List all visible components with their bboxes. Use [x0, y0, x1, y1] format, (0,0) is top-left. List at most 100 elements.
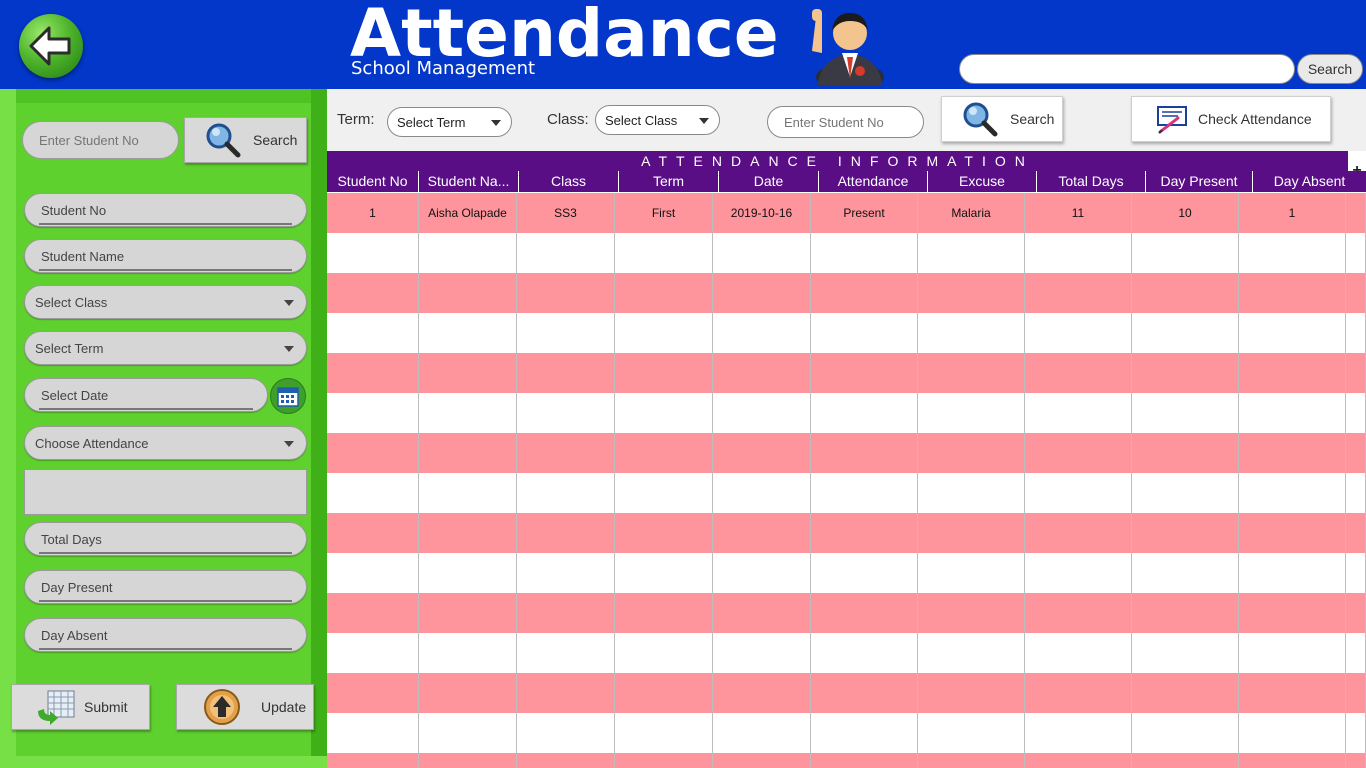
table-cell[interactable]: [811, 473, 918, 513]
header-search-input[interactable]: [959, 54, 1295, 84]
table-cell[interactable]: [419, 673, 517, 713]
table-cell[interactable]: [1239, 553, 1346, 593]
table-cell[interactable]: [1025, 313, 1132, 353]
table-cell[interactable]: [918, 673, 1025, 713]
table-cell[interactable]: [1346, 393, 1366, 433]
table-cell[interactable]: [811, 233, 918, 273]
table-cell[interactable]: [1025, 433, 1132, 473]
table-cell[interactable]: [1239, 393, 1346, 433]
table-cell[interactable]: SS3: [517, 193, 615, 233]
table-cell[interactable]: [615, 393, 713, 433]
table-cell[interactable]: [1239, 353, 1346, 393]
table-cell[interactable]: [1025, 393, 1132, 433]
table-cell[interactable]: [713, 593, 811, 633]
table-cell[interactable]: [1025, 553, 1132, 593]
table-cell[interactable]: 1: [1239, 193, 1346, 233]
table-cell[interactable]: [419, 273, 517, 313]
table-cell[interactable]: [1346, 713, 1366, 753]
table-cell[interactable]: [517, 553, 615, 593]
class-select[interactable]: Select Class: [24, 285, 307, 319]
table-cell[interactable]: [1239, 753, 1346, 768]
table-cell[interactable]: Present: [811, 193, 918, 233]
table-cell[interactable]: First: [615, 193, 713, 233]
table-cell[interactable]: [918, 513, 1025, 553]
table-cell[interactable]: [1239, 593, 1346, 633]
table-cell[interactable]: [1025, 513, 1132, 553]
table-cell[interactable]: [615, 313, 713, 353]
date-field[interactable]: Select Date: [24, 378, 268, 412]
table-cell[interactable]: [1346, 313, 1366, 353]
table-cell[interactable]: [1132, 513, 1239, 553]
table-row[interactable]: [327, 393, 1366, 433]
table-cell[interactable]: [1239, 513, 1346, 553]
table-cell[interactable]: [327, 233, 419, 273]
table-cell[interactable]: [1132, 673, 1239, 713]
table-cell[interactable]: [1132, 633, 1239, 673]
table-cell[interactable]: [811, 313, 918, 353]
toolbar-class-select[interactable]: Select Class: [595, 105, 720, 135]
table-cell[interactable]: [918, 593, 1025, 633]
table-cell[interactable]: [517, 513, 615, 553]
table-cell[interactable]: [713, 433, 811, 473]
header-search-button[interactable]: Search: [1297, 54, 1363, 84]
table-cell[interactable]: [1025, 633, 1132, 673]
table-cell[interactable]: [419, 353, 517, 393]
table-cell[interactable]: [517, 753, 615, 768]
table-cell[interactable]: [918, 313, 1025, 353]
table-cell[interactable]: [918, 233, 1025, 273]
left-search-button[interactable]: Search: [184, 117, 307, 163]
term-select[interactable]: Select Term: [24, 331, 307, 365]
table-cell[interactable]: [327, 713, 419, 753]
table-cell[interactable]: [811, 433, 918, 473]
table-cell[interactable]: [713, 273, 811, 313]
table-row[interactable]: [327, 233, 1366, 273]
table-cell[interactable]: [615, 433, 713, 473]
table-cell[interactable]: [615, 633, 713, 673]
table-cell[interactable]: [1132, 713, 1239, 753]
table-cell[interactable]: [1239, 473, 1346, 513]
table-cell[interactable]: [327, 273, 419, 313]
table-cell[interactable]: [1025, 473, 1132, 513]
attendance-select[interactable]: Choose Attendance: [24, 426, 307, 460]
table-cell[interactable]: [1132, 353, 1239, 393]
table-cell[interactable]: [419, 233, 517, 273]
table-cell[interactable]: [419, 313, 517, 353]
table-cell[interactable]: [1346, 753, 1366, 768]
table-cell[interactable]: [1132, 473, 1239, 513]
table-cell[interactable]: [811, 273, 918, 313]
table-cell[interactable]: [811, 753, 918, 768]
table-cell[interactable]: [517, 313, 615, 353]
table-cell[interactable]: [327, 673, 419, 713]
table-cell[interactable]: [918, 753, 1025, 768]
table-cell[interactable]: [1346, 513, 1366, 553]
table-cell[interactable]: [419, 433, 517, 473]
table-cell[interactable]: 10: [1132, 193, 1239, 233]
table-cell[interactable]: [1025, 713, 1132, 753]
table-cell[interactable]: [615, 473, 713, 513]
table-cell[interactable]: [713, 553, 811, 593]
table-cell[interactable]: [1239, 633, 1346, 673]
table-cell[interactable]: [1132, 593, 1239, 633]
table-cell[interactable]: [517, 353, 615, 393]
student-name-field[interactable]: Student Name: [24, 239, 307, 273]
table-cell[interactable]: [517, 273, 615, 313]
table-cell[interactable]: [1346, 633, 1366, 673]
table-cell[interactable]: [811, 513, 918, 553]
table-cell[interactable]: [517, 593, 615, 633]
submit-button[interactable]: Submit: [11, 684, 150, 730]
table-cell[interactable]: [1132, 753, 1239, 768]
column-header[interactable]: Attendance: [819, 171, 928, 192]
table-cell[interactable]: [713, 673, 811, 713]
table-cell[interactable]: [615, 753, 713, 768]
table-cell[interactable]: 2019-10-16: [713, 193, 811, 233]
table-cell[interactable]: [918, 713, 1025, 753]
table-cell[interactable]: [1025, 273, 1132, 313]
table-cell[interactable]: [1132, 393, 1239, 433]
table-cell[interactable]: 1: [327, 193, 419, 233]
table-cell[interactable]: [1132, 313, 1239, 353]
table-cell[interactable]: [918, 433, 1025, 473]
calendar-button[interactable]: [270, 378, 306, 414]
table-cell[interactable]: [1239, 433, 1346, 473]
table-cell[interactable]: [918, 353, 1025, 393]
column-header[interactable]: Student No: [327, 171, 419, 192]
